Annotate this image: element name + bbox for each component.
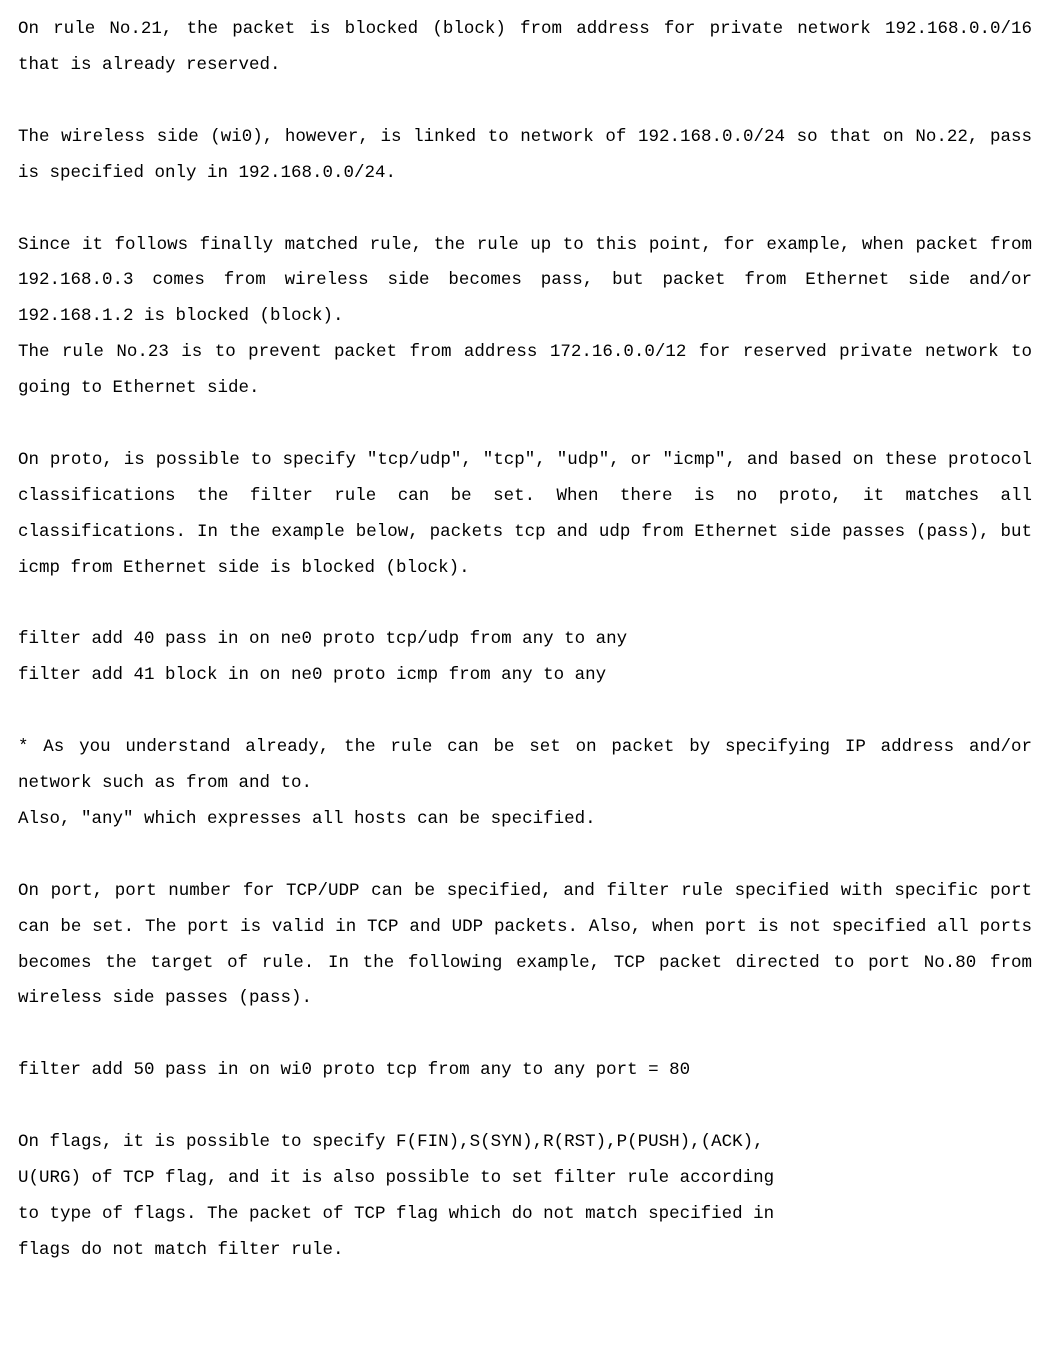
paragraph-matched-rule: Since it follows finally matched rule, t…: [18, 228, 1032, 336]
paragraph-flags-line1: On flags, it is possible to specify F(FI…: [18, 1125, 1032, 1161]
paragraph-flags-line3: to type of flags. The packet of TCP flag…: [18, 1197, 1032, 1233]
paragraph-note-from-to: * As you understand already, the rule ca…: [18, 730, 1032, 802]
paragraph-port: On port, port number for TCP/UDP can be …: [18, 874, 1032, 1018]
command-filter-40: filter add 40 pass in on ne0 proto tcp/u…: [18, 622, 1032, 658]
command-filter-50: filter add 50 pass in on wi0 proto tcp f…: [18, 1053, 1032, 1089]
command-filter-41: filter add 41 block in on ne0 proto icmp…: [18, 658, 1032, 694]
paragraph-rule-21: On rule No.21, the packet is blocked (bl…: [18, 12, 1032, 84]
paragraph-flags-line2: U(URG) of TCP flag, and it is also possi…: [18, 1161, 1032, 1197]
paragraph-flags-line4: flags do not match filter rule.: [18, 1233, 1032, 1269]
paragraph-wireless-side: The wireless side (wi0), however, is lin…: [18, 120, 1032, 192]
paragraph-any: Also, "any" which expresses all hosts ca…: [18, 802, 1032, 838]
paragraph-proto: On proto, is possible to specify "tcp/ud…: [18, 443, 1032, 587]
paragraph-rule-23: The rule No.23 is to prevent packet from…: [18, 335, 1032, 407]
